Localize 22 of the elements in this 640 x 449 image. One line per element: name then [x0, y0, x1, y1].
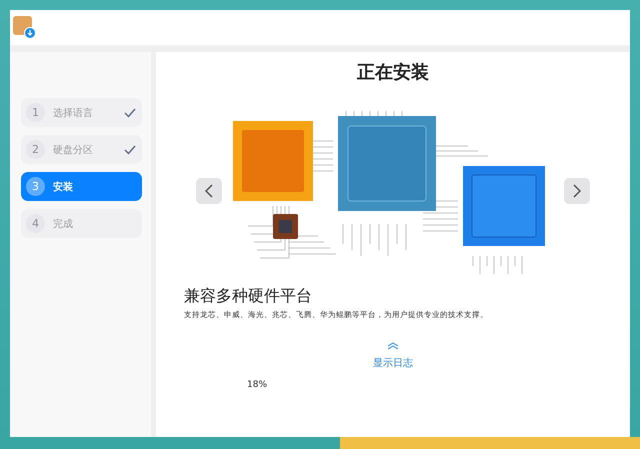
- previous-button[interactable]: [196, 178, 222, 204]
- step-item[interactable]: 1 选择语言: [21, 98, 142, 127]
- step-label: 完成: [53, 218, 74, 230]
- step-label: 硬盘分区: [53, 144, 94, 156]
- step-item[interactable]: 2 硬盘分区: [21, 135, 142, 164]
- installer-app-icon: [13, 16, 36, 39]
- show-log-button[interactable]: 显示日志: [373, 342, 413, 370]
- step-item[interactable]: 4 完成: [21, 209, 142, 238]
- chevron-left-icon: [205, 184, 213, 198]
- page-title: 正在安装: [357, 61, 429, 84]
- step-number: 2: [26, 140, 45, 159]
- step-number: 1: [26, 103, 45, 122]
- slide-heading: 兼容多种硬件平台: [184, 286, 312, 307]
- step-number: 4: [26, 214, 45, 233]
- step-item[interactable]: 3 安装: [21, 172, 142, 201]
- step-number: 3: [26, 177, 45, 196]
- step-label: 选择语言: [53, 106, 94, 120]
- step-label: 安装: [53, 180, 74, 194]
- progress-percent: 18%: [247, 380, 268, 390]
- double-chevron-up-icon: [387, 342, 399, 350]
- next-button[interactable]: [564, 178, 590, 204]
- chevron-right-icon: [573, 184, 581, 198]
